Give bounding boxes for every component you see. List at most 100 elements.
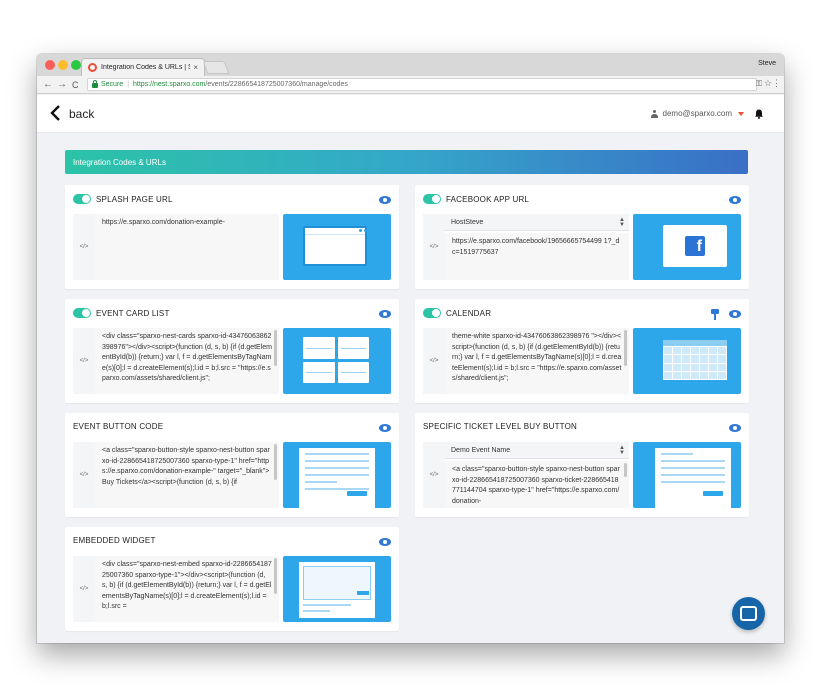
close-window-button[interactable] (45, 60, 55, 70)
code-icon: </> (423, 214, 445, 280)
card-header: EVENT CARD LIST (73, 308, 170, 318)
eye-icon[interactable] (379, 538, 391, 546)
ticket-code-field[interactable]: <a class="sparxo-button-style sparxo-nes… (445, 461, 629, 508)
lock-icon (92, 80, 98, 88)
card-title: EMBEDDED WIDGET (73, 536, 156, 545)
card-header: FACEBOOK APP URL (423, 194, 529, 204)
button-code-field[interactable]: <a class="sparxo-button-style sparxo-nes… (95, 442, 279, 508)
page-lines-illustration (655, 448, 731, 508)
eye-icon[interactable] (729, 196, 741, 204)
browser-window-illustration (303, 226, 367, 266)
card-list-toggle[interactable] (73, 308, 91, 318)
ticket-level-select[interactable]: Demo Event Name ▲ ▼ (445, 442, 629, 459)
calendar-toggle[interactable] (423, 308, 441, 318)
account-menu[interactable]: demo@sparxo.com (650, 109, 744, 118)
button-preview-image (283, 442, 391, 508)
url-host: https://nest.sparxo.com (133, 81, 206, 88)
url-path: /events/228665418725007360/manage/codes (205, 81, 348, 88)
select-caret-icon: ▲ ▼ (619, 445, 625, 456)
browser-window: Integration Codes & URLs | Sp × Steve ← … (37, 54, 784, 643)
card-title: EVENT BUTTON CODE (73, 422, 164, 431)
calendar-preview-image (633, 328, 741, 394)
eye-icon[interactable] (379, 310, 391, 318)
facebook-logo-icon: f (685, 236, 705, 256)
embed-code-field[interactable]: <div class="sparxo-nest-embed sparxo-id-… (95, 556, 279, 622)
facebook-app-url-card: FACEBOOK APP URL </> HostSteve ▲ ▼ https:… (415, 185, 749, 289)
browser-menu-icon[interactable]: ⋮ (772, 78, 781, 89)
section-banner: Integration Codes & URLs (65, 150, 748, 174)
bell-icon[interactable] (754, 109, 764, 119)
calendar-illustration (663, 340, 727, 380)
page-lines-illustration (299, 448, 375, 508)
browser-tab[interactable]: Integration Codes & URLs | Sp × (81, 58, 205, 76)
paint-roller-icon[interactable] (711, 309, 719, 320)
url-field[interactable]: Secure | https://nest.sparxo.com /events… (87, 78, 757, 91)
facebook-preview-image: f (633, 214, 741, 280)
eye-icon[interactable] (729, 424, 741, 432)
splash-page-url-card: SPLASH PAGE URL </> https://e.sparxo.com… (65, 185, 399, 289)
code-icon: </> (423, 328, 445, 394)
code-icon: </> (73, 442, 95, 508)
section-title: Integration Codes & URLs (73, 157, 166, 167)
card-list-preview-image (283, 328, 391, 394)
code-text: <div class="sparxo-nest-cards sparxo-id-… (102, 333, 272, 382)
eye-icon[interactable] (729, 310, 741, 318)
minimize-window-button[interactable] (58, 60, 68, 70)
code-icon: </> (73, 214, 95, 280)
person-icon (650, 109, 658, 118)
card-title: EVENT CARD LIST (96, 308, 170, 318)
card-title: FACEBOOK APP URL (446, 194, 530, 204)
splash-preview-image (283, 214, 391, 280)
card-grid-illustration (303, 337, 369, 383)
code-icon: </> (73, 328, 95, 394)
ticket-level-button-card: SPECIFIC TICKET LEVEL BUY BUTTON </> Dem… (415, 413, 749, 517)
scrollbar[interactable] (274, 330, 277, 366)
code-text: <a class="sparxo-button-style sparxo-nes… (452, 466, 620, 505)
eye-icon[interactable] (379, 424, 391, 432)
card-list-code-field[interactable]: <div class="sparxo-nest-cards sparxo-id-… (95, 328, 279, 394)
calendar-card: CALENDAR </> theme-white sparxo-id-43476… (415, 299, 749, 403)
scrollbar[interactable] (274, 558, 277, 594)
back-arrow-icon[interactable]: ← (43, 78, 53, 92)
embed-illustration (299, 562, 375, 618)
address-bar: ← → C Secure | https://nest.sparxo.com /… (37, 76, 784, 94)
card-title: CALENDAR (446, 308, 492, 318)
key-icon[interactable]: ⚿ (756, 79, 762, 89)
scrollbar[interactable] (624, 330, 627, 366)
facebook-page-select[interactable]: HostSteve ▲ ▼ (445, 214, 629, 231)
back-link[interactable]: back (69, 107, 94, 121)
maximize-window-button[interactable] (71, 60, 81, 70)
splash-code-field[interactable]: https://e.sparxo.com/donation-example- (95, 214, 279, 280)
scrollbar[interactable] (274, 444, 277, 480)
back-chevron-icon[interactable] (49, 105, 61, 121)
card-header: CALENDAR (423, 308, 491, 318)
chat-support-button[interactable] (732, 597, 765, 630)
tab-bar: Integration Codes & URLs | Sp × Steve (37, 54, 784, 76)
profile-name[interactable]: Steve (758, 60, 776, 67)
secure-label: Secure (101, 81, 124, 88)
forward-arrow-icon[interactable]: → (57, 78, 67, 92)
card-title: SPECIFIC TICKET LEVEL BUY BUTTON (423, 422, 577, 431)
app-header: back demo@sparxo.com (37, 95, 784, 133)
sparxo-favicon-icon (88, 63, 97, 72)
calendar-code-field[interactable]: theme-white sparxo-id-434760638623989​76… (445, 328, 629, 394)
event-card-list-card: EVENT CARD LIST </> <div class="sparxo-n… (65, 299, 399, 403)
bookmark-star-icon[interactable]: ☆ (764, 78, 772, 89)
card-title: SPLASH PAGE URL (96, 194, 173, 204)
reload-icon[interactable]: C (72, 78, 79, 92)
card-header: EMBEDDED WIDGET (73, 536, 156, 545)
event-button-code-card: EVENT BUTTON CODE </> <a class="sparxo-b… (65, 413, 399, 517)
card-header: SPLASH PAGE URL (73, 194, 173, 204)
facebook-code-field[interactable]: https://e.sparxo.com/facebook/1965666575… (445, 233, 629, 280)
tab-close-icon[interactable]: × (193, 63, 198, 72)
scrollbar[interactable] (624, 463, 627, 477)
eye-icon[interactable] (379, 196, 391, 204)
url-separator: | (127, 81, 130, 88)
code-text: <a class="sparxo-button-style sparxo-nes… (102, 447, 270, 486)
select-value: Demo Event Name (451, 446, 511, 454)
tab-title: Integration Codes & URLs | Sp (101, 64, 191, 71)
splash-toggle[interactable] (73, 194, 91, 204)
select-caret-icon: ▲ ▼ (619, 217, 625, 228)
facebook-toggle[interactable] (423, 194, 441, 204)
new-tab-button[interactable] (202, 61, 230, 74)
